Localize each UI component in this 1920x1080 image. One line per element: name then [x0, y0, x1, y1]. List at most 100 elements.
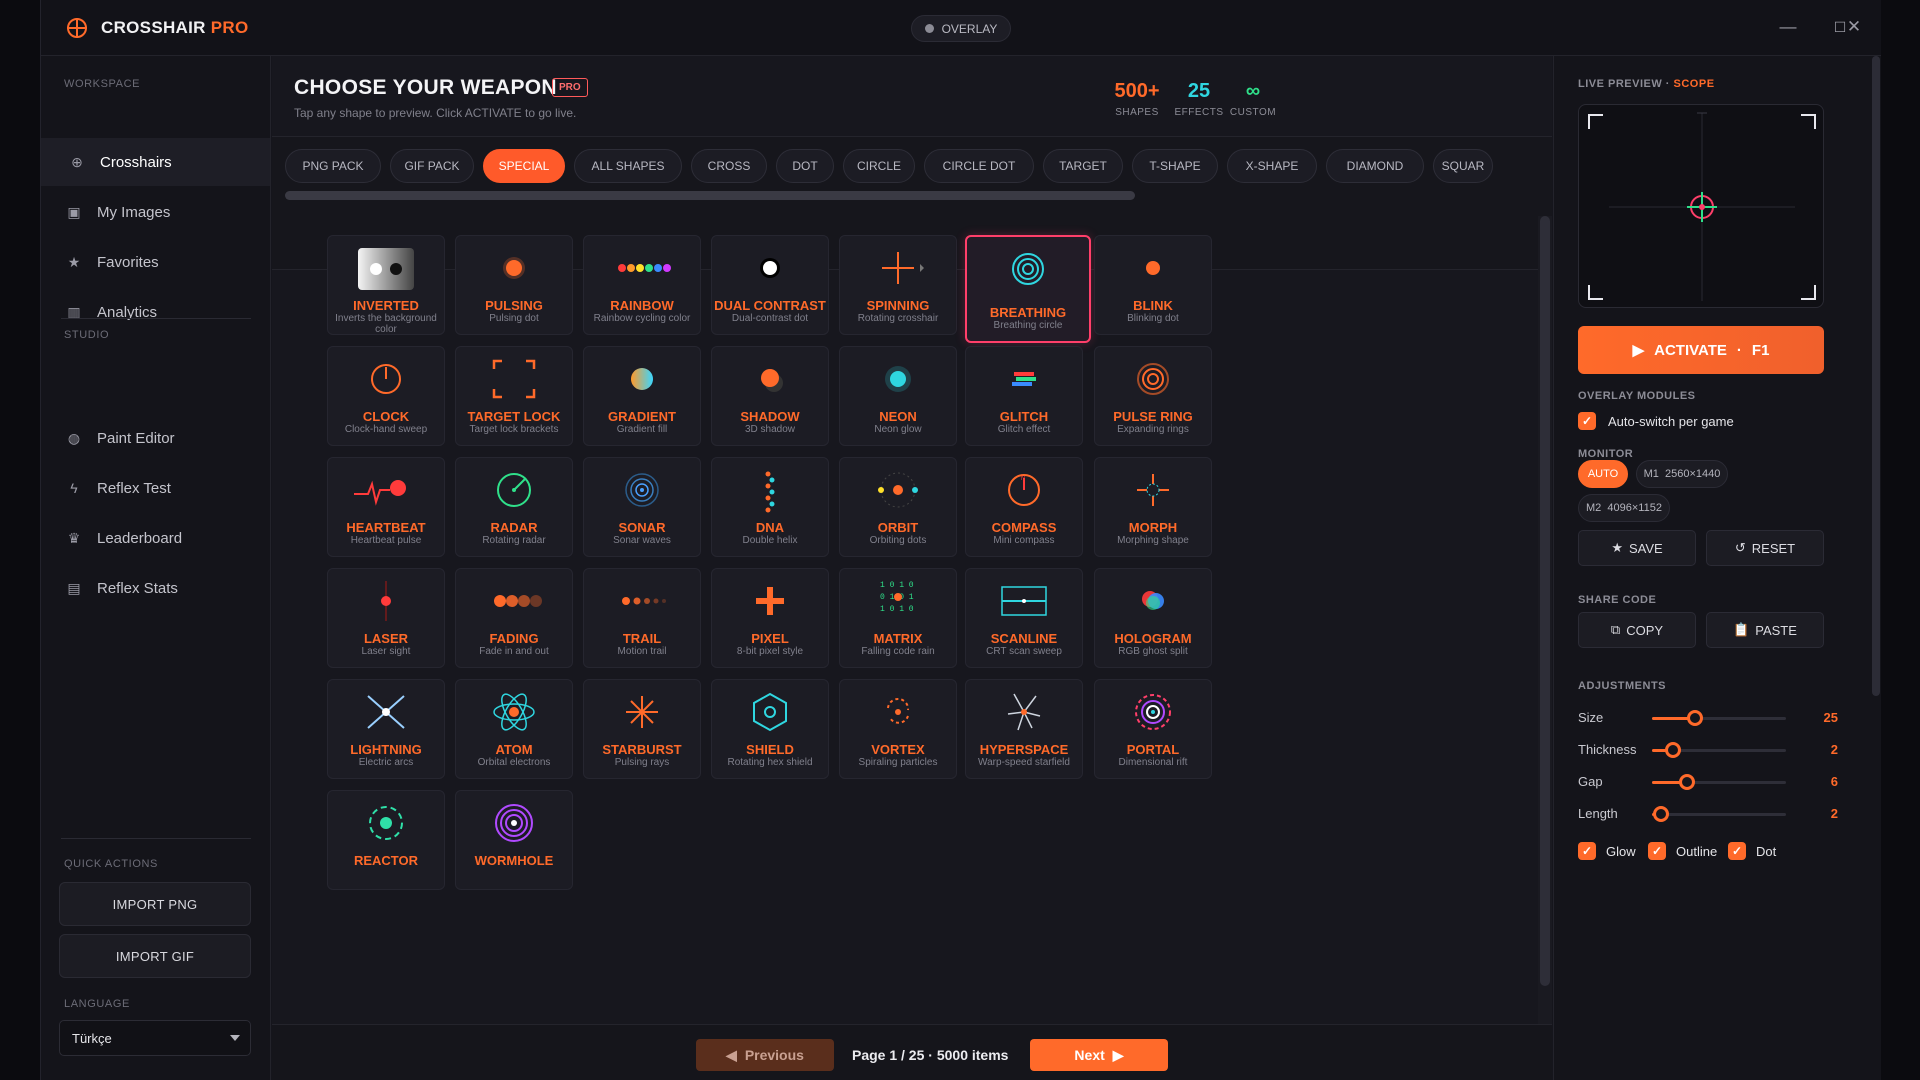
slider-handle[interactable]: [1679, 774, 1695, 790]
close-button[interactable]: ✕: [1843, 16, 1865, 38]
reset-button[interactable]: ↺ RESET: [1706, 530, 1824, 566]
shape-card-reactor[interactable]: REACTOR: [327, 790, 445, 890]
shape-card-gradient[interactable]: GRADIENT Gradient fill: [583, 346, 701, 446]
shape-card-orbit[interactable]: ORBIT Orbiting dots: [839, 457, 957, 557]
shape-card-lightning[interactable]: LIGHTNING Electric arcs: [327, 679, 445, 779]
shape-card-wormhole[interactable]: WORMHOLE: [455, 790, 573, 890]
shape-card-dna[interactable]: DNA Double helix: [711, 457, 829, 557]
starburst-icon: [584, 688, 700, 736]
tab-t-shape[interactable]: T-SHAPE: [1132, 149, 1218, 183]
shape-card-blink[interactable]: BLINK Blinking dot: [1094, 235, 1212, 335]
crosshair-icon: ⊕: [71, 153, 83, 170]
shape-card-starburst[interactable]: STARBURST Pulsing rays: [583, 679, 701, 779]
toggle-glow[interactable]: ✓ Glow: [1578, 842, 1636, 860]
monitor-option-m1[interactable]: M1 2560×1440: [1636, 460, 1728, 488]
shape-card-rainbow[interactable]: RAINBOW Rainbow cycling color: [583, 235, 701, 335]
shape-card-matrix[interactable]: 1 0 1 00 1 0 11 0 1 0 MATRIXFalling code …: [839, 568, 957, 668]
tab-circle[interactable]: CIRCLE: [843, 149, 915, 183]
tab-circle-dot[interactable]: CIRCLE DOT: [924, 149, 1034, 183]
overlay-toggle[interactable]: OVERLAY: [911, 15, 1011, 42]
monitor-label: MONITOR: [1578, 448, 1634, 460]
tab-special[interactable]: SPECIAL: [483, 149, 565, 183]
shape-card-morph[interactable]: MORPH Morphing shape: [1094, 457, 1212, 557]
tab-diamond[interactable]: DIAMOND: [1326, 149, 1424, 183]
language-select[interactable]: Türkçe: [59, 1020, 251, 1056]
shape-card-target-lock[interactable]: TARGET LOCK Target lock brackets: [455, 346, 573, 446]
minimize-button[interactable]: —: [1777, 16, 1799, 38]
shape-card-sonar[interactable]: SONAR Sonar waves: [583, 457, 701, 557]
slider-handle[interactable]: [1687, 710, 1703, 726]
monitor-option-m2[interactable]: M2 4096×1152: [1578, 494, 1670, 522]
shape-card-laser[interactable]: LASER Laser sight: [327, 568, 445, 668]
shape-card-hologram[interactable]: HOLOGRAM RGB ghost split: [1094, 568, 1212, 668]
shape-card-description: Blinking dot: [1127, 313, 1179, 324]
shape-card-spinning[interactable]: SPINNING Rotating crosshair: [839, 235, 957, 335]
sidebar-item-label: Crosshairs: [100, 153, 172, 171]
shape-card-atom[interactable]: ATOM Orbital electrons: [455, 679, 573, 779]
shape-card-pixel[interactable]: PIXEL 8-bit pixel style: [711, 568, 829, 668]
save-button[interactable]: ★ SAVE: [1578, 530, 1696, 566]
tabs-scrollbar[interactable]: [285, 191, 1135, 200]
toggle-dot[interactable]: ✓ Dot: [1728, 842, 1776, 860]
activate-button[interactable]: ▶ ACTIVATE · F1: [1578, 326, 1824, 374]
shape-card-name: HEARTBEAT: [346, 520, 426, 535]
shape-card-inverted[interactable]: INVERTED Inverts the background color: [327, 235, 445, 335]
tab-dot[interactable]: DOT: [776, 149, 834, 183]
slider-handle[interactable]: [1653, 806, 1669, 822]
tab-cross[interactable]: CROSS: [691, 149, 767, 183]
shape-card-scanline[interactable]: SCANLINE CRT scan sweep: [965, 568, 1083, 668]
shape-card-dual-contrast[interactable]: DUAL CONTRAST Dual-contrast dot: [711, 235, 829, 335]
shape-card-radar[interactable]: RADAR Rotating radar: [455, 457, 573, 557]
shape-card-heartbeat[interactable]: HEARTBEAT Heartbeat pulse: [327, 457, 445, 557]
shape-card-description: Double helix: [742, 535, 798, 546]
sidebar-item-favorites[interactable]: ★ Favorites: [41, 238, 270, 286]
previous-button[interactable]: ◀ Previous: [696, 1039, 834, 1071]
tab-png-pack[interactable]: PNG PACK: [285, 149, 381, 183]
app-name-accent: PRO: [210, 18, 249, 37]
auto-switch-checkbox[interactable]: ✓ Auto-switch per game: [1578, 412, 1734, 430]
slider-gap: Gap 6: [1578, 772, 1838, 792]
shape-card-description: Pulsing rays: [614, 757, 670, 768]
shape-card-compass[interactable]: N COMPASS Mini compass: [965, 457, 1083, 557]
tab-squar[interactable]: SQUAR: [1433, 149, 1493, 183]
sidebar-item-reflex-stats[interactable]: ▤ Reflex Stats: [41, 564, 270, 612]
shape-card-hyperspace[interactable]: HYPERSPACE Warp-speed starfield: [965, 679, 1083, 779]
monitor-option-auto[interactable]: AUTO: [1578, 460, 1628, 488]
sidebar-item-my-images[interactable]: ▣ My Images: [41, 188, 270, 236]
import-png-button[interactable]: IMPORT PNG: [59, 882, 251, 926]
shape-card-glitch[interactable]: GLITCH Glitch effect: [965, 346, 1083, 446]
grid-scrollbar[interactable]: [1540, 216, 1550, 986]
shape-grid: INVERTED Inverts the background color PULS…: [272, 216, 1552, 1024]
shape-card-neon[interactable]: NEON Neon glow: [839, 346, 957, 446]
slider-handle[interactable]: [1665, 742, 1681, 758]
shape-card-clock[interactable]: CLOCK Clock-hand sweep: [327, 346, 445, 446]
slider-track[interactable]: [1652, 813, 1786, 816]
tab-x-shape[interactable]: X-SHAPE: [1227, 149, 1317, 183]
shape-card-shadow[interactable]: SHADOW 3D shadow: [711, 346, 829, 446]
shape-card-pulsing[interactable]: PULSING Pulsing dot: [455, 235, 573, 335]
tab-all-shapes[interactable]: ALL SHAPES: [574, 149, 682, 183]
shape-card-portal[interactable]: PORTAL Dimensional rift: [1094, 679, 1212, 779]
tab-target[interactable]: TARGET: [1043, 149, 1123, 183]
import-gif-button[interactable]: IMPORT GIF: [59, 934, 251, 978]
shape-card-breathing[interactable]: BREATHING Breathing circle: [965, 235, 1091, 343]
radar-icon: [456, 466, 572, 514]
sidebar-item-reflex-test[interactable]: ϟ Reflex Test: [41, 464, 270, 512]
shape-card-fading[interactable]: FADING Fade in and out: [455, 568, 573, 668]
sidebar-item-paint-editor[interactable]: ◍ Paint Editor: [41, 414, 270, 462]
paste-button[interactable]: 📋 PASTE: [1706, 612, 1824, 648]
shape-card-vortex[interactable]: VORTEX Spiraling particles: [839, 679, 957, 779]
panel-scrollbar[interactable]: [1872, 56, 1880, 696]
toggle-outline[interactable]: ✓ Outline: [1648, 842, 1717, 860]
sidebar-item-crosshairs[interactable]: ⊕ Crosshairs: [41, 138, 270, 186]
sidebar-item-leaderboard[interactable]: ♛ Leaderboard: [41, 514, 270, 562]
shape-card-description: Orbital electrons: [477, 757, 551, 768]
tab-gif-pack[interactable]: GIF PACK: [390, 149, 474, 183]
shape-card-trail[interactable]: TRAIL Motion trail: [583, 568, 701, 668]
copy-button[interactable]: ⧉ COPY: [1578, 612, 1696, 648]
slider-label: Length: [1578, 806, 1618, 821]
next-button[interactable]: Next ▶: [1030, 1039, 1168, 1071]
shape-card-pulse-ring[interactable]: PULSE RING Expanding rings: [1094, 346, 1212, 446]
shape-card-shield[interactable]: SHIELD Rotating hex shield: [711, 679, 829, 779]
stat-value: 500+: [1114, 80, 1160, 102]
